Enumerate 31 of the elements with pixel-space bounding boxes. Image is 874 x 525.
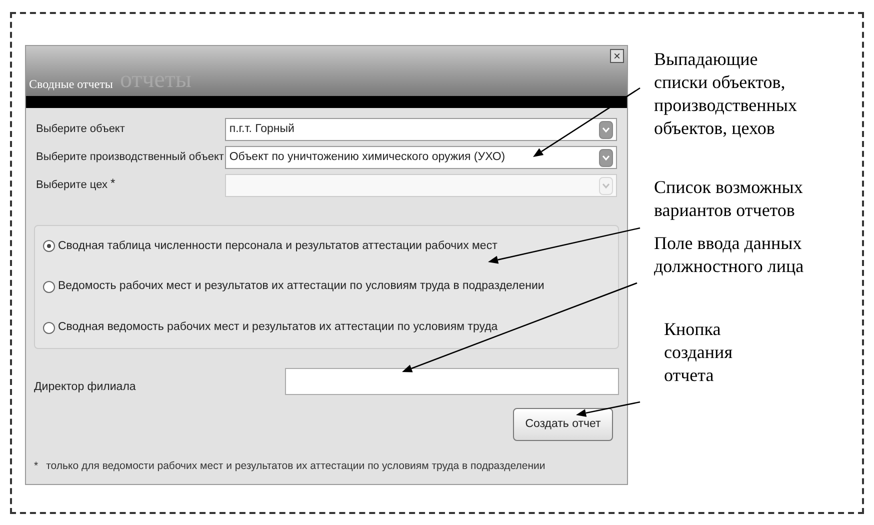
radio-button[interactable] [43, 322, 55, 334]
chevron-down-icon [602, 182, 610, 188]
footnote-mark: * [34, 459, 38, 474]
field-label: Выберите объект [36, 122, 125, 138]
dropdown-value: п.г.т. Горный [229, 122, 294, 137]
create-report-button[interactable]: Создать отчет [513, 408, 613, 442]
radio-button[interactable] [43, 280, 55, 293]
dropdown-value: Объект по уничтожению химического оружия (УХО) [229, 150, 506, 165]
footnote-text: только для ведомости рабочих мест и результатов их аттестации по условиям труда в подразделении [46, 459, 546, 474]
annotation-text: Кнопка создания отчета [663, 318, 734, 387]
chevron-down-icon [602, 126, 610, 132]
official-input-field[interactable] [285, 368, 619, 396]
dropdown-button[interactable] [599, 120, 613, 138]
field-label: Директор филиала [34, 380, 136, 395]
dropdown-field[interactable]: п.г.т. Горный [225, 118, 617, 141]
dropdown-button[interactable] [599, 148, 613, 166]
dropdown-field[interactable]: Объект по уничтожению химического оружия (УХО) [225, 146, 617, 169]
radio-button[interactable] [43, 240, 55, 252]
close-button[interactable]: × [610, 49, 624, 63]
report-option[interactable]: Ведомость рабочих мест и результатов их аттестации по условиям труда в подразделении [43, 278, 610, 296]
field-label: Выберите цех [36, 178, 108, 194]
report-option[interactable]: Сводная таблица численности персонала и результатов аттестации рабочих мест [43, 238, 610, 255]
annotation-text: Выпадающие списки объектов, производственных объектов, цехов [654, 48, 798, 140]
leader-arrow [576, 401, 640, 417]
chevron-down-icon [602, 154, 610, 160]
required-mark: * [110, 177, 116, 190]
window-title: Сводные отчеты [29, 78, 113, 90]
report-option[interactable]: Сводная ведомость рабочих мест и результатов их аттестации по условиям труда [43, 319, 610, 336]
field-label: Выберите производственный объект [36, 150, 224, 166]
annotation-text: Поле ввода данных должностного лица [654, 232, 805, 278]
annotation-text: Список возможных вариантов отчетов [654, 176, 804, 222]
